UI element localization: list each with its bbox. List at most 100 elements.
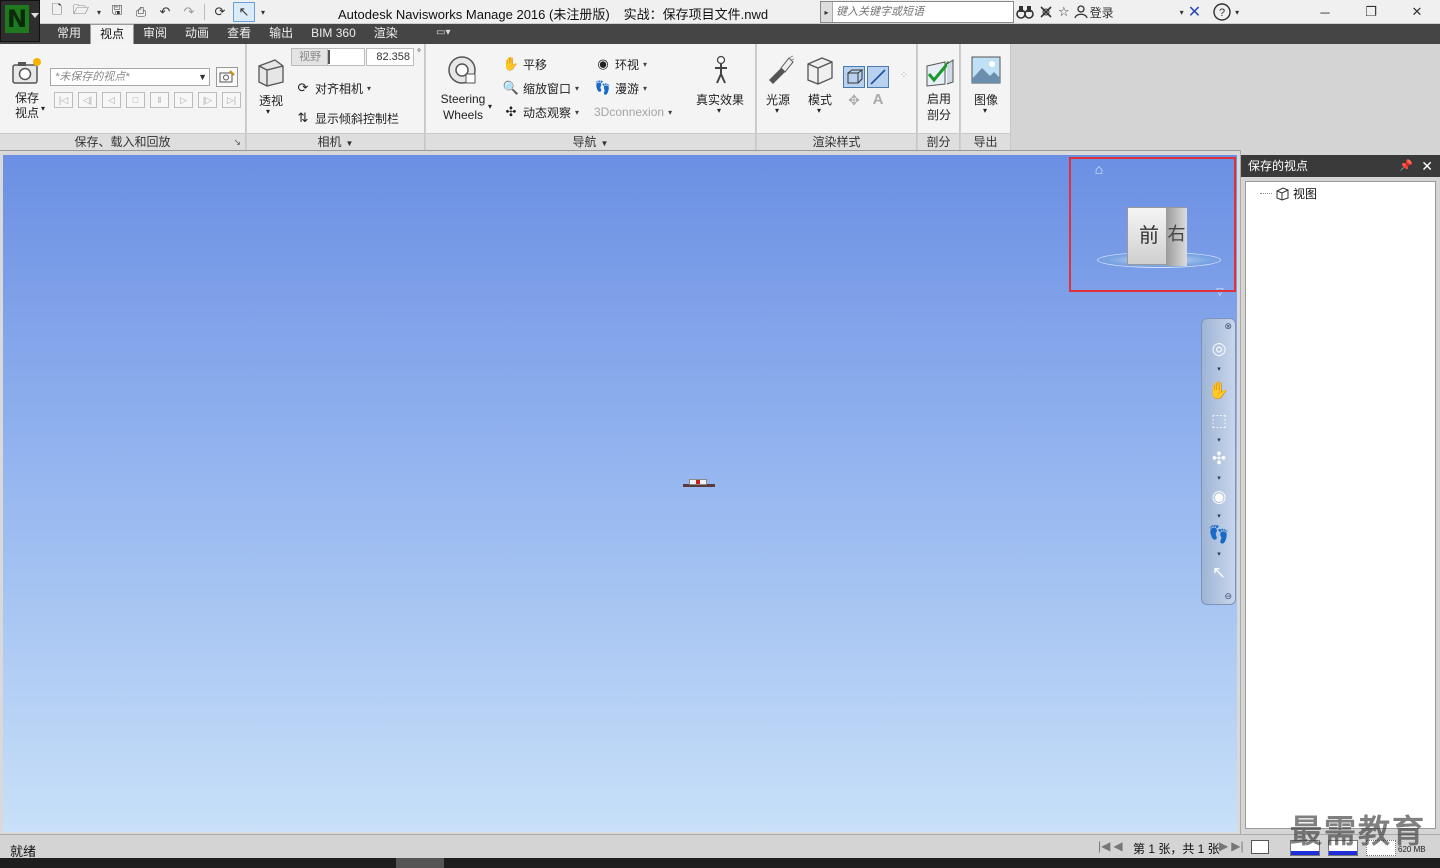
lines-toggle-icon[interactable] — [867, 66, 889, 88]
perspective-dropdown-icon[interactable]: ▾ — [266, 107, 270, 116]
login-button[interactable]: 登录 — [1074, 2, 1114, 22]
tab-bim360[interactable]: BIM 360 — [302, 24, 365, 44]
tab-home[interactable]: 常用 — [48, 24, 90, 44]
surface-toggle-icon[interactable] — [843, 66, 865, 88]
open-file-icon[interactable]: 🗁 — [70, 2, 92, 22]
enable-sectioning-icon[interactable] — [923, 56, 955, 88]
step-back-icon[interactable]: ◁| — [78, 92, 97, 108]
pan-button[interactable]: ✋ 平移 — [502, 54, 547, 74]
light-flashlight-icon[interactable] — [763, 54, 795, 86]
image-export-icon[interactable] — [970, 54, 1002, 86]
play-icon[interactable]: ▷ — [174, 92, 193, 108]
login-dropdown-icon[interactable]: ▾ — [1180, 2, 1184, 22]
enable-sectioning-button[interactable]: 启用 剖分 — [922, 91, 956, 123]
last-sheet-icon[interactable]: ▶| — [1231, 839, 1243, 853]
undo-icon[interactable]: ↶ — [154, 2, 176, 22]
first-sheet-icon[interactable]: |◀ — [1098, 839, 1110, 853]
redo-icon[interactable]: ↷ — [178, 2, 200, 22]
navbar-close-icon[interactable]: ⊗ — [1224, 321, 1232, 332]
pan-nav-icon[interactable]: ✋ — [1207, 379, 1231, 403]
next-sheet-icon[interactable]: ▶ — [1219, 839, 1228, 853]
combo-dropdown-icon[interactable]: ▼ — [198, 69, 207, 85]
first-frame-icon[interactable]: |◁ — [54, 92, 73, 108]
viewpoint-combo[interactable]: *未保存的视点* ▼ — [50, 68, 210, 86]
mode-dropdown-icon[interactable]: ▾ — [817, 106, 821, 115]
mode-cube-icon[interactable] — [804, 54, 836, 86]
nav-dropdown-icon[interactable]: ▾ — [1215, 474, 1223, 482]
steering-wheel-nav-icon[interactable]: ◎ — [1207, 337, 1231, 361]
prev-sheet-icon[interactable]: ◀ — [1113, 839, 1122, 853]
model-object[interactable] — [683, 478, 715, 490]
qat-customize-icon[interactable]: ▾ — [257, 2, 269, 22]
navbar-customize-icon[interactable]: ⊖ — [1224, 591, 1232, 602]
pane-close-icon[interactable]: ✕ — [1421, 155, 1433, 177]
select-nav-icon[interactable]: ↖ — [1207, 561, 1231, 585]
points-toggle-icon[interactable]: ⁘ — [893, 66, 915, 88]
perspective-button[interactable]: 透视 — [256, 92, 286, 109]
panel-expand-icon[interactable]: ▼ — [346, 139, 354, 148]
scene-canvas[interactable] — [3, 155, 1237, 832]
help-dropdown-icon[interactable]: ▾ — [1235, 2, 1239, 22]
last-frame-icon[interactable]: ▷| — [222, 92, 241, 108]
save-viewpoint-button[interactable]: 保存 视点 — [10, 91, 44, 121]
sheet-browser-icon[interactable] — [1251, 840, 1269, 854]
select-cursor-icon[interactable]: ↖ — [233, 2, 255, 22]
steering-dropdown-icon[interactable]: ▾ — [488, 102, 492, 111]
application-menu-button[interactable]: N — [0, 0, 40, 42]
nav-dropdown-icon[interactable]: ▾ — [1215, 436, 1223, 444]
new-file-icon[interactable]: 🗋 — [46, 2, 68, 22]
stop-icon[interactable]: □ — [126, 92, 145, 108]
fov-slider[interactable] — [327, 48, 365, 66]
tab-output[interactable]: 输出 — [260, 24, 302, 44]
help-icon[interactable]: ? — [1213, 2, 1231, 22]
orbit-nav-icon[interactable]: ✣ — [1207, 447, 1231, 471]
fov-value-input[interactable]: 82.358 — [366, 48, 414, 66]
tab-review[interactable]: 审阅 — [134, 24, 176, 44]
saved-viewpoints-tree[interactable]: 视图 — [1245, 181, 1436, 829]
zoom-window-button[interactable]: 🔍 缩放窗口 ▾ — [502, 78, 579, 98]
search-expand-icon[interactable]: ▸ — [821, 2, 833, 22]
favorites-star-icon[interactable]: ☆ — [1058, 2, 1070, 22]
look-around-button[interactable]: ◉ 环视 ▾ — [594, 54, 647, 74]
refresh-icon[interactable]: ⟳ — [209, 2, 231, 22]
close-icon[interactable]: ✕ — [1394, 0, 1440, 24]
open-dropdown-icon[interactable]: ▾ — [94, 2, 104, 22]
manage-viewpoints-icon[interactable] — [216, 67, 238, 87]
ribbon-minimize-toggle-icon[interactable]: ▭▾ — [436, 27, 462, 41]
tab-view[interactable]: 查看 — [218, 24, 260, 44]
realism-dropdown-icon[interactable]: ▾ — [717, 106, 721, 115]
save-viewpoint-dropdown-icon[interactable]: ▾ — [41, 104, 45, 113]
panel-launcher-icon[interactable]: ↘ — [233, 137, 241, 148]
pin-icon[interactable]: 📌 — [1399, 155, 1413, 177]
play-reverse-icon[interactable]: ◁ — [102, 92, 121, 108]
image-export-dropdown-icon[interactable]: ▾ — [983, 106, 987, 115]
align-camera-button[interactable]: ⟳ 对齐相机 ▾ — [294, 78, 371, 98]
steering-wheels-icon[interactable] — [446, 54, 478, 86]
tab-render[interactable]: 渲染 — [365, 24, 407, 44]
zoom-window-nav-icon[interactable]: ⬚ — [1207, 409, 1231, 433]
taskbar-active-item[interactable] — [396, 858, 444, 868]
tab-viewpoint[interactable]: 视点 — [90, 24, 135, 44]
minimize-icon[interactable]: ─ — [1302, 0, 1348, 24]
walk-button[interactable]: 👣 漫游 ▾ — [594, 78, 647, 98]
nav-dropdown-icon[interactable]: ▾ — [1215, 365, 1223, 373]
walk-nav-icon[interactable]: 👣 — [1207, 523, 1231, 547]
panel-expand-icon[interactable]: ▼ — [601, 139, 609, 148]
subscription-icon[interactable] — [1038, 2, 1054, 22]
nav-dropdown-icon[interactable]: ▾ — [1215, 550, 1223, 558]
light-dropdown-icon[interactable]: ▾ — [775, 106, 779, 115]
step-forward-icon[interactable]: |▷ — [198, 92, 217, 108]
restore-icon[interactable]: ❐ — [1348, 0, 1394, 24]
pause-icon[interactable]: ‖ — [150, 92, 169, 108]
save-icon[interactable]: 🖫 — [106, 2, 128, 22]
tab-animation[interactable]: 动画 — [176, 24, 218, 44]
snap-points-toggle-icon[interactable]: ✥ — [843, 90, 865, 112]
perspective-icon[interactable] — [255, 56, 287, 88]
show-tilt-bar-button[interactable]: ⇅ 显示倾斜控制栏 — [294, 108, 399, 128]
realism-figure-icon[interactable] — [705, 54, 737, 86]
steering-wheels-button[interactable]: Steering Wheels — [438, 91, 488, 123]
nav-dropdown-icon[interactable]: ▾ — [1215, 512, 1223, 520]
help-search-input[interactable] — [833, 3, 1013, 21]
orbit-button[interactable]: ✣ 动态观察 ▾ — [502, 102, 579, 122]
tree-item-view[interactable]: 视图 — [1260, 185, 1317, 202]
